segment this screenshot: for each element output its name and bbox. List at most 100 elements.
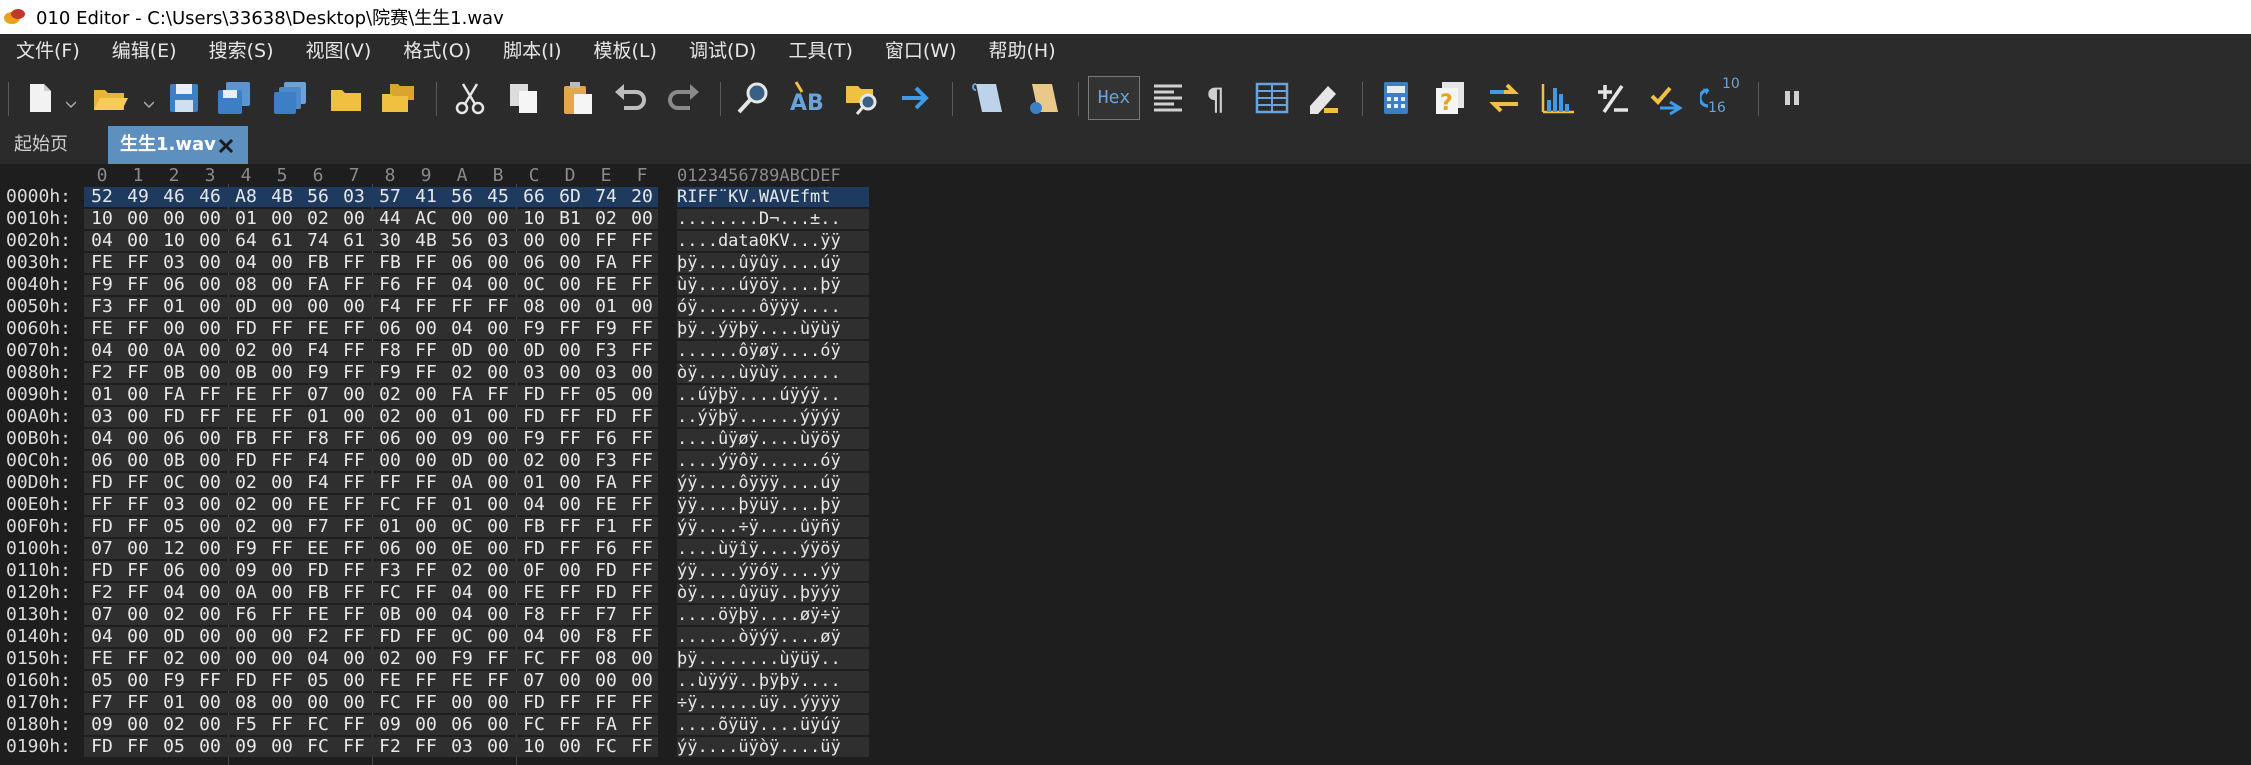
hex-byte[interactable]: FE	[372, 671, 408, 691]
hex-byte[interactable]: FF	[192, 671, 228, 691]
hex-byte[interactable]: 00	[480, 715, 516, 735]
hex-byte[interactable]: 02	[228, 495, 264, 515]
hex-byte[interactable]: 03	[588, 363, 624, 383]
hex-byte[interactable]: 01	[228, 209, 264, 229]
hex-byte[interactable]: 00	[264, 649, 300, 669]
hex-byte[interactable]: FF	[552, 715, 588, 735]
hex-byte[interactable]: FF	[552, 693, 588, 713]
hex-byte[interactable]: FF	[408, 341, 444, 361]
hex-byte[interactable]: FF	[408, 275, 444, 295]
row-hex-bytes[interactable]: 10 00 00 00 01 00 02 00 44 AC 00 00 10 B1 02 00	[84, 209, 658, 229]
hex-byte[interactable]: 10	[84, 209, 120, 229]
hex-byte[interactable]: 00	[408, 429, 444, 449]
row-hex-bytes[interactable]: FD FF 0C 00 02 00 F4 FF FF FF 0A 00 01 00 FA FF	[84, 473, 658, 493]
hex-byte[interactable]: FA	[300, 275, 336, 295]
hex-byte[interactable]: 00	[480, 605, 516, 625]
hex-byte[interactable]: FC	[516, 649, 552, 669]
base-convert-icon[interactable]: 10 16	[1698, 76, 1750, 118]
hex-byte[interactable]: 00	[624, 363, 660, 383]
menu-file[interactable]: 文件(F)	[0, 34, 96, 68]
hex-byte[interactable]: F6	[588, 539, 624, 559]
hex-byte[interactable]: FF	[624, 583, 660, 603]
row-hex-bytes[interactable]: 01 00 FA FF FE FF 07 00 02 00 FA FF FD FF 05 00	[84, 385, 658, 405]
hex-byte[interactable]: 02	[444, 363, 480, 383]
row-ascii[interactable]: ....data0KV...ÿÿ	[677, 231, 869, 251]
hex-byte[interactable]: 00	[192, 605, 228, 625]
row-ascii[interactable]: ....õÿüÿ....üÿúÿ	[677, 715, 869, 735]
hex-byte[interactable]: 0A	[156, 341, 192, 361]
hex-byte[interactable]: 09	[372, 715, 408, 735]
row-ascii[interactable]: ......ôÿøÿ....óÿ	[677, 341, 869, 361]
row-ascii[interactable]: ..úÿþÿ....úÿýÿ..	[677, 385, 869, 405]
hex-byte[interactable]: FE	[228, 385, 264, 405]
hex-byte[interactable]: 04	[84, 231, 120, 251]
hex-byte[interactable]: FF	[408, 627, 444, 647]
hex-byte[interactable]: 00	[480, 275, 516, 295]
hex-byte[interactable]: 09	[228, 737, 264, 757]
hex-byte[interactable]: F8	[300, 429, 336, 449]
hex-byte[interactable]: FF	[624, 341, 660, 361]
row-hex-bytes[interactable]: FE FF 03 00 04 00 FB FF FB FF 06 00 06 00 FA FF	[84, 253, 658, 273]
hex-byte[interactable]: FA	[156, 385, 192, 405]
hex-byte[interactable]: 64	[228, 231, 264, 251]
hex-byte[interactable]: FF	[624, 319, 660, 339]
hex-byte[interactable]: FF	[552, 517, 588, 537]
hex-byte[interactable]: 04	[444, 583, 480, 603]
hex-byte[interactable]: 04	[84, 341, 120, 361]
row-hex-bytes[interactable]: 52 49 46 46 A8 4B 56 03 57 41 56 45 66 6D 74 20	[84, 187, 658, 207]
hex-byte[interactable]: FF	[120, 583, 156, 603]
row-ascii[interactable]: ....ùÿîÿ....ýÿöÿ	[677, 539, 869, 559]
hex-byte[interactable]: 04	[516, 627, 552, 647]
hex-byte[interactable]: 49	[120, 187, 156, 207]
hex-byte[interactable]: 01	[516, 473, 552, 493]
hex-byte[interactable]: F8	[588, 627, 624, 647]
hex-byte[interactable]: 07	[84, 605, 120, 625]
hex-editor[interactable]: 0123456789ABCDEF 0123456789ABCDEF 0000h:…	[0, 166, 2251, 765]
hex-byte[interactable]: FF	[552, 605, 588, 625]
hex-byte[interactable]: FC	[300, 715, 336, 735]
row-ascii[interactable]: ÿÿ....þÿüÿ....þÿ	[677, 495, 869, 515]
save-icon[interactable]	[164, 78, 204, 118]
hex-byte[interactable]: 02	[156, 649, 192, 669]
calculator-icon[interactable]	[1376, 78, 1416, 118]
menu-edit[interactable]: 编辑(E)	[96, 34, 193, 68]
hex-byte[interactable]: 00	[552, 671, 588, 691]
hex-byte[interactable]: FA	[588, 715, 624, 735]
hex-byte[interactable]: 02	[156, 715, 192, 735]
highlight-icon[interactable]	[1304, 78, 1344, 118]
hex-byte[interactable]: FF	[624, 561, 660, 581]
row-ascii[interactable]: ùÿ....úÿöÿ....þÿ	[677, 275, 869, 295]
hex-byte[interactable]: 00	[408, 385, 444, 405]
hex-byte[interactable]: FF	[336, 253, 372, 273]
hex-byte[interactable]: 56	[300, 187, 336, 207]
hex-byte[interactable]: 00	[516, 231, 552, 251]
hex-byte[interactable]: FE	[588, 495, 624, 515]
hex-byte[interactable]: 00	[336, 297, 372, 317]
hex-byte[interactable]: 0D	[516, 341, 552, 361]
row-ascii[interactable]: òÿ....ûÿüÿ..þÿýÿ	[677, 583, 869, 603]
hex-byte[interactable]: 00	[480, 539, 516, 559]
hex-byte[interactable]: FF	[480, 671, 516, 691]
hex-byte[interactable]: 00	[336, 649, 372, 669]
hex-byte[interactable]: 00	[264, 297, 300, 317]
hex-byte[interactable]: FE	[444, 671, 480, 691]
hex-byte[interactable]: 00	[480, 341, 516, 361]
find-in-files-icon[interactable]	[842, 78, 882, 118]
hex-byte[interactable]: FD	[156, 407, 192, 427]
hex-byte[interactable]: F5	[228, 715, 264, 735]
histogram-icon[interactable]	[1538, 78, 1578, 118]
hex-byte[interactable]: FF	[408, 693, 444, 713]
hex-byte[interactable]: 30	[372, 231, 408, 251]
hex-byte[interactable]: FF	[552, 319, 588, 339]
hex-byte[interactable]: 00	[552, 737, 588, 757]
hex-byte[interactable]: 00	[264, 561, 300, 581]
hex-byte[interactable]: 07	[516, 671, 552, 691]
row-hex-bytes[interactable]: 09 00 02 00 F5 FF FC FF 09 00 06 00 FC FF FA FF	[84, 715, 658, 735]
hex-byte[interactable]: 00	[192, 297, 228, 317]
hex-byte[interactable]: 00	[336, 693, 372, 713]
row-hex-bytes[interactable]: 04 00 06 00 FB FF F8 FF 06 00 09 00 F9 FF F6 FF	[84, 429, 658, 449]
hex-byte[interactable]: 0B	[156, 363, 192, 383]
hex-byte[interactable]: 00	[192, 341, 228, 361]
new-file-icon[interactable]	[20, 78, 60, 118]
hex-byte[interactable]: 66	[516, 187, 552, 207]
